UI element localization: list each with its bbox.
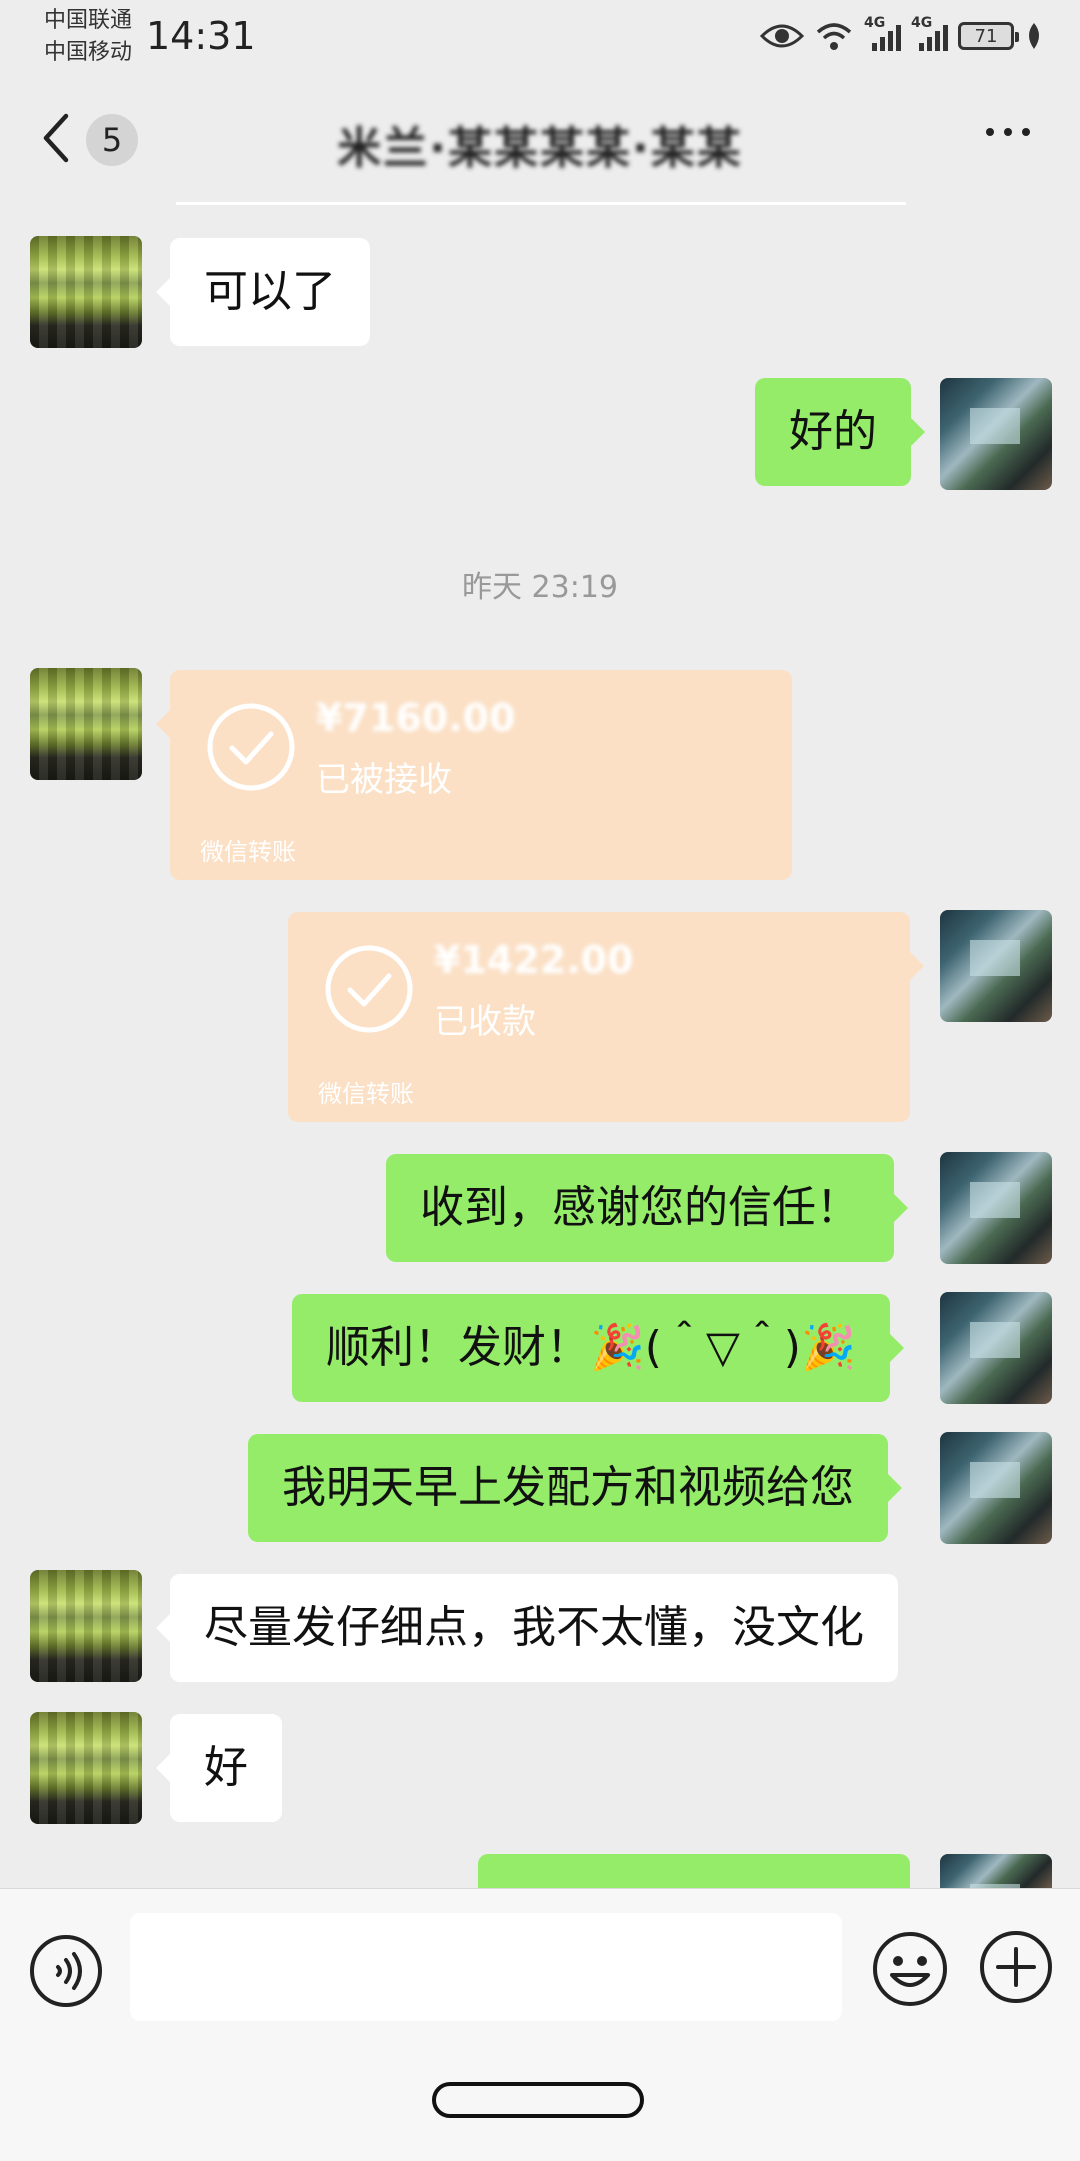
message-bubble-friend[interactable]: 可以了 (156, 238, 370, 346)
message-bubble-friend[interactable]: 尽量发仔细点，我不太懂，没文化 (156, 1574, 898, 1682)
transfer-label: 微信转账 (318, 1080, 414, 1108)
status-time: 14:31 (146, 14, 256, 58)
carrier-1: 中国联通 (44, 8, 133, 33)
transfer-card-self[interactable]: ¥1422.00 已收款 微信转账 (288, 912, 924, 1122)
signal-icon-2: 4G (911, 15, 948, 51)
transfer-amount: ¥7160.00 (316, 696, 516, 740)
self-avatar[interactable] (940, 1854, 1052, 1888)
header-divider (176, 202, 906, 205)
self-avatar[interactable] (940, 1432, 1052, 1544)
self-avatar[interactable] (940, 1152, 1052, 1264)
message-bubble-self[interactable]: 好的 (755, 378, 925, 486)
leaf-icon (1029, 23, 1039, 49)
chat-header: 5 米兰·某某某某·某某 (0, 72, 1080, 205)
friend-avatar[interactable] (30, 1712, 142, 1824)
dot-icon (1022, 128, 1030, 136)
message-bubble-self[interactable]: 收到，感谢您的信任！ (386, 1154, 908, 1262)
time-divider: 昨天 23:19 (462, 570, 618, 605)
transfer-status: 已收款 (434, 1002, 536, 1042)
signal-icon-1: 4G (864, 15, 901, 51)
check-circle-icon (207, 703, 295, 791)
more-options-button[interactable] (986, 128, 1030, 136)
friend-avatar[interactable] (30, 1570, 142, 1682)
message-bubble-friend[interactable]: 好 (156, 1714, 282, 1822)
transfer-status: 已被接收 (316, 760, 452, 800)
voice-input-icon[interactable] (28, 1933, 104, 2009)
message-bubble-self-partial[interactable] (478, 1854, 924, 1922)
transfer-label: 微信转账 (200, 838, 296, 866)
self-avatar[interactable] (940, 1292, 1052, 1404)
input-bar (0, 1888, 1080, 2161)
wifi-icon (816, 23, 852, 50)
self-avatar[interactable] (940, 378, 1052, 490)
transfer-card-friend[interactable]: ¥7160.00 已被接收 微信转账 (156, 670, 792, 880)
emoji-icon[interactable] (870, 1929, 950, 2009)
plus-icon[interactable] (978, 1929, 1054, 2005)
check-circle-icon (325, 945, 413, 1033)
carrier-2: 中国移动 (44, 40, 133, 65)
status-icons: 4G 4G 71 (760, 14, 1044, 58)
friend-avatar[interactable] (30, 236, 142, 348)
self-avatar[interactable] (940, 910, 1052, 1022)
message-bubble-self[interactable]: 顺利！发财！🎉(＾▽＾)🎉 (292, 1294, 904, 1402)
home-indicator[interactable] (432, 2082, 644, 2118)
dot-icon (1004, 128, 1012, 136)
chat-title: 米兰·某某某某·某某 (337, 123, 743, 174)
message-input[interactable] (130, 1913, 842, 2021)
friend-avatar[interactable] (30, 668, 142, 780)
dot-icon (986, 128, 994, 136)
status-bar: 中国联通 中国移动 14:31 4G 4G 71 (0, 0, 1080, 72)
message-bubble-self[interactable]: 我明天早上发配方和视频给您 (248, 1434, 902, 1542)
eye-icon (760, 24, 804, 48)
battery-icon: 71 (958, 22, 1019, 50)
transfer-amount: ¥1422.00 (434, 938, 634, 982)
